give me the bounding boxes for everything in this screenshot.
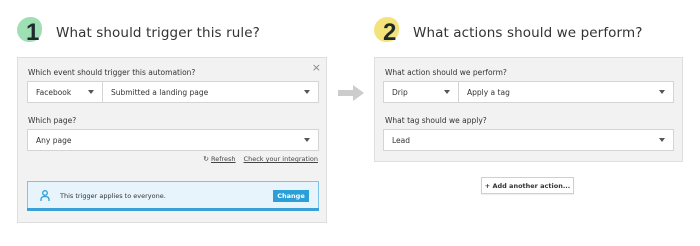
step-2-badge: 2 — [374, 17, 404, 47]
tag-label: What tag should we apply? — [385, 116, 487, 125]
chevron-down-icon — [304, 138, 310, 142]
close-icon[interactable]: × — [312, 61, 321, 74]
action-panel: What action should we perform? Drip Appl… — [374, 57, 683, 162]
step-1-badge: 1 — [17, 17, 47, 47]
integration-links: ↻ Refresh Check your integration — [203, 155, 318, 163]
arrow-right-icon — [338, 85, 364, 101]
action-type-value: Apply a tag — [467, 87, 510, 97]
page-value: Any page — [36, 135, 72, 145]
action-source-select[interactable]: Drip — [383, 81, 459, 103]
action-source-value: Drip — [392, 87, 408, 97]
refresh-icon: ↻ — [203, 155, 209, 163]
chevron-down-icon — [88, 90, 94, 94]
add-action-button[interactable]: + Add another action... — [481, 177, 574, 194]
step-2-number: 2 — [383, 19, 397, 46]
step-2-title: What actions should we perform? — [413, 25, 643, 41]
step-1-title: What should trigger this rule? — [56, 25, 260, 41]
tag-select[interactable]: Lead — [383, 129, 674, 151]
trigger-panel: × Which event should trigger this automa… — [17, 57, 327, 223]
chevron-down-icon — [659, 138, 665, 142]
change-button[interactable]: Change — [273, 190, 309, 202]
chevron-down-icon — [444, 90, 450, 94]
refresh-link[interactable]: ↻ Refresh — [203, 155, 235, 163]
chevron-down-icon — [304, 90, 310, 94]
page-select[interactable]: Any page — [27, 129, 319, 151]
event-label: Which event should trigger this automati… — [28, 68, 196, 77]
person-icon — [40, 190, 50, 201]
audience-notice: This trigger applies to everyone. Change — [27, 181, 319, 211]
action-label: What action should we perform? — [385, 68, 507, 77]
event-source-select[interactable]: Facebook — [27, 81, 103, 103]
event-type-value: Submitted a landing page — [111, 87, 209, 97]
step-2-header: 2 What actions should we perform? — [374, 17, 643, 47]
chevron-down-icon — [659, 90, 665, 94]
page-label: Which page? — [28, 116, 77, 125]
notice-text: This trigger applies to everyone. — [60, 192, 166, 200]
action-type-select[interactable]: Apply a tag — [458, 81, 674, 103]
tag-value: Lead — [392, 135, 411, 145]
event-source-value: Facebook — [36, 87, 72, 97]
step-1-number: 1 — [26, 19, 40, 46]
step-1-header: 1 What should trigger this rule? — [17, 17, 260, 47]
check-integration-link[interactable]: Check your integration — [244, 155, 318, 163]
event-type-select[interactable]: Submitted a landing page — [102, 81, 319, 103]
